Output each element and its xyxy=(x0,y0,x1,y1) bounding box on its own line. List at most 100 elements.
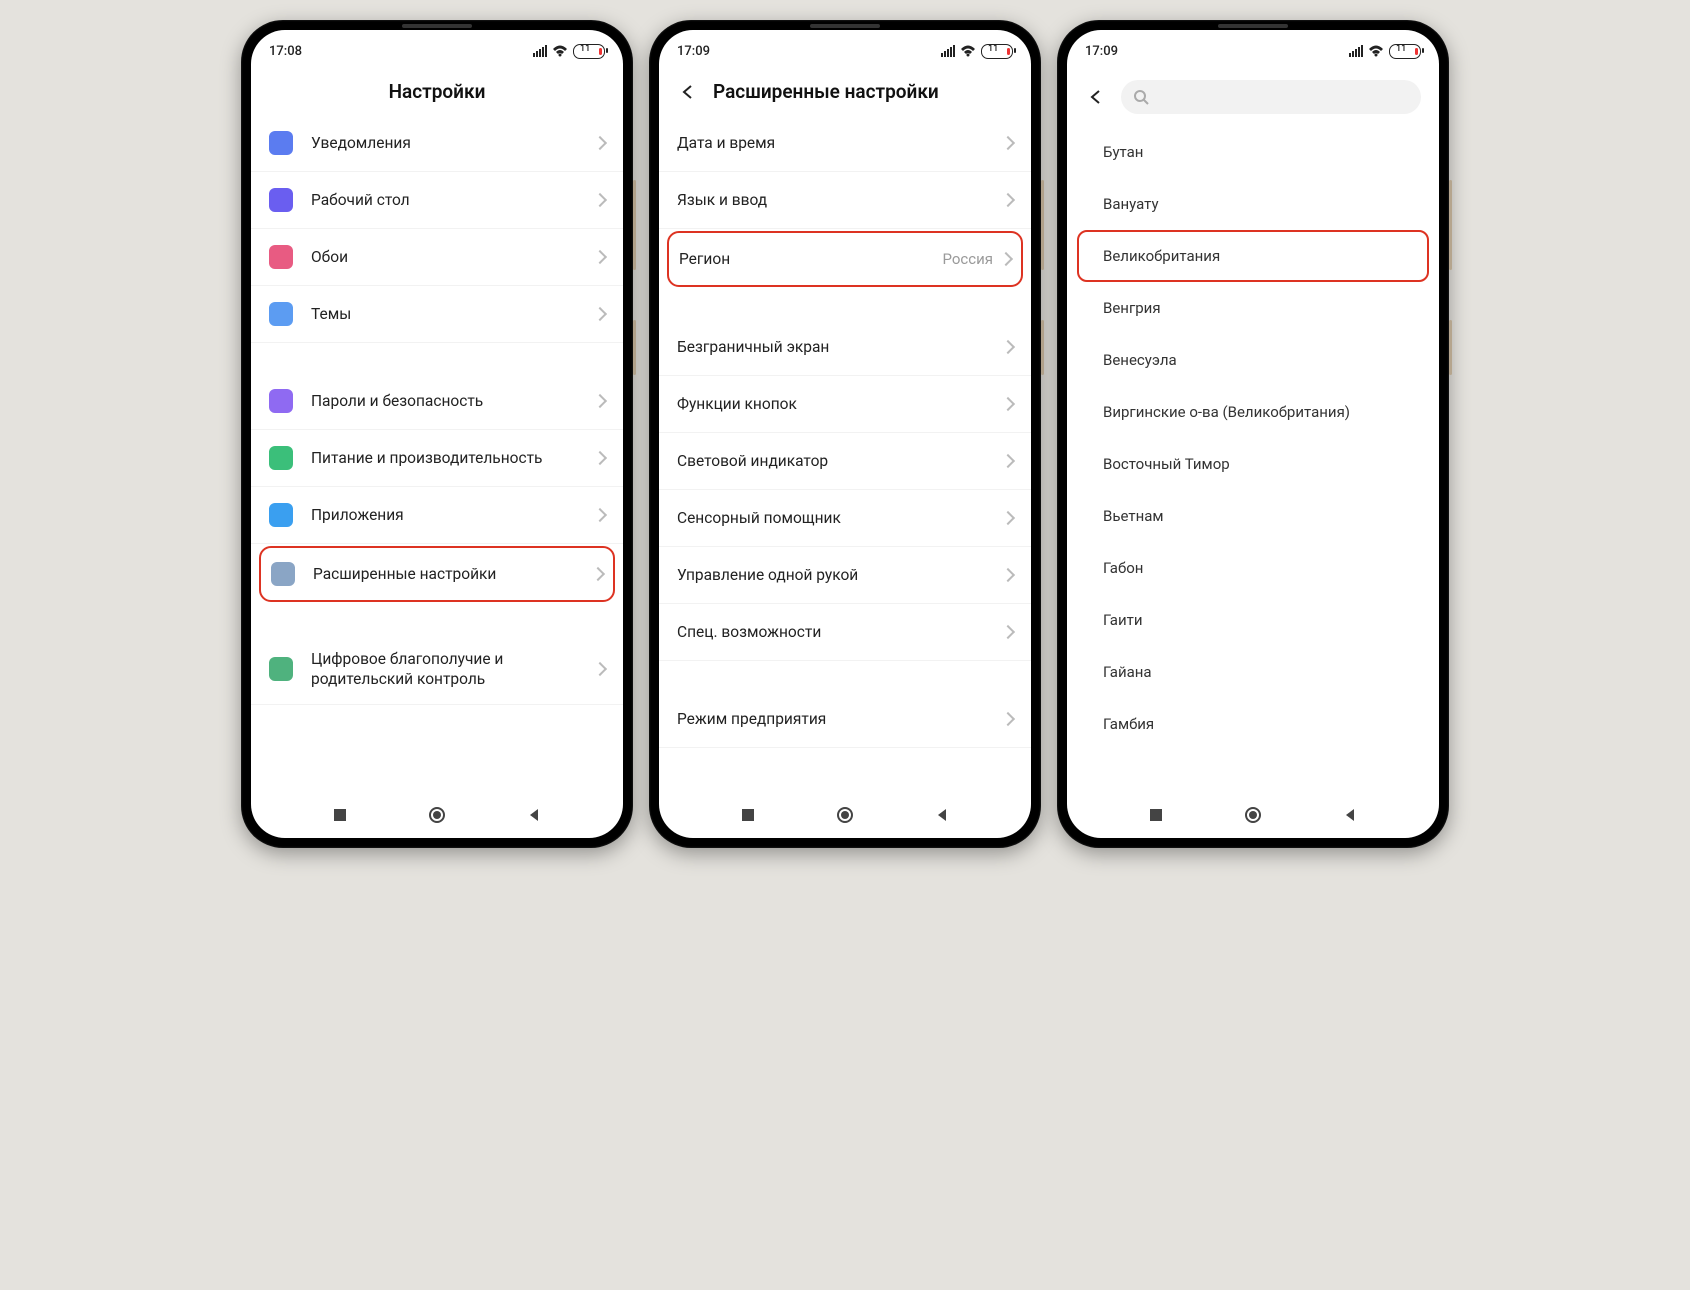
settings-row[interactable]: Расширенные настройки xyxy=(259,546,615,602)
settings-row[interactable]: Питание и производительность xyxy=(251,430,623,487)
row-label: Язык и ввод xyxy=(677,190,1003,210)
row-label: Спец. возможности xyxy=(677,622,1003,642)
region-list-item[interactable]: Габон xyxy=(1067,542,1439,594)
region-list-item[interactable]: Великобритания xyxy=(1077,230,1429,282)
phone-frame-3: 17:09 11 БутанВануатуВеликобританияВенгр… xyxy=(1057,20,1449,848)
chevron-right-icon xyxy=(1001,193,1015,207)
row-icon xyxy=(269,131,293,155)
nav-back[interactable] xyxy=(930,803,954,827)
chevron-right-icon xyxy=(1001,712,1015,726)
settings-header: Настройки xyxy=(251,66,623,115)
battery-icon: 11 xyxy=(981,44,1013,59)
chevron-right-icon xyxy=(593,662,607,676)
settings-row[interactable]: Спец. возможности xyxy=(659,604,1031,661)
row-label: Дата и время xyxy=(677,133,1003,153)
settings-row[interactable]: Цифровое благополучие и родительский кон… xyxy=(251,634,623,705)
settings-row[interactable]: Рабочий стол xyxy=(251,172,623,229)
row-label: Уведомления xyxy=(311,133,595,153)
android-navbar xyxy=(251,792,623,838)
row-label: Сенсорный помощник xyxy=(677,508,1003,528)
region-header xyxy=(1067,66,1439,126)
android-navbar xyxy=(659,792,1031,838)
page-title: Настройки xyxy=(389,80,486,103)
chevron-right-icon xyxy=(1001,454,1015,468)
region-list-item[interactable]: Гаити xyxy=(1067,594,1439,646)
signal-icon xyxy=(1349,45,1363,57)
chevron-right-icon xyxy=(1001,397,1015,411)
row-icon xyxy=(269,503,293,527)
nav-home[interactable] xyxy=(1241,803,1265,827)
row-label: Регион xyxy=(679,249,942,269)
android-navbar xyxy=(1067,792,1439,838)
chevron-right-icon xyxy=(1001,568,1015,582)
settings-row[interactable]: Функции кнопок xyxy=(659,376,1031,433)
status-bar: 17:09 11 xyxy=(1067,30,1439,66)
settings-row[interactable]: Управление одной рукой xyxy=(659,547,1031,604)
nav-recent[interactable] xyxy=(328,803,352,827)
region-list-item[interactable]: Вануату xyxy=(1067,178,1439,230)
settings-row[interactable]: Дата и время xyxy=(659,115,1031,172)
phone-frame-1: 17:08 11 Настройки Уведомления Рабочий ст… xyxy=(241,20,633,848)
wifi-icon xyxy=(960,45,976,57)
wifi-icon xyxy=(552,45,568,57)
settings-row[interactable]: Безграничный экран xyxy=(659,319,1031,376)
region-list-item[interactable]: Восточный Тимор xyxy=(1067,438,1439,490)
signal-icon xyxy=(941,45,955,57)
row-label: Режим предприятия xyxy=(677,709,1003,729)
nav-back[interactable] xyxy=(1338,803,1362,827)
status-bar: 17:08 11 xyxy=(251,30,623,66)
region-list-item[interactable]: Виргинские о-ва (Великобритания) xyxy=(1067,386,1439,438)
region-list-item[interactable]: Гамбия xyxy=(1067,698,1439,750)
chevron-right-icon xyxy=(593,394,607,408)
row-label: Управление одной рукой xyxy=(677,565,1003,585)
settings-row[interactable]: Сенсорный помощник xyxy=(659,490,1031,547)
clock: 17:08 xyxy=(269,44,302,59)
row-value: Россия xyxy=(942,250,993,268)
back-button[interactable] xyxy=(1085,86,1107,108)
region-list-item[interactable]: Венесуэла xyxy=(1067,334,1439,386)
settings-row[interactable]: Язык и ввод xyxy=(659,172,1031,229)
row-label: Световой индикатор xyxy=(677,451,1003,471)
chevron-right-icon xyxy=(593,307,607,321)
settings-row[interactable]: РегионРоссия xyxy=(667,231,1023,287)
search-input[interactable] xyxy=(1121,80,1421,114)
row-label: Функции кнопок xyxy=(677,394,1003,414)
region-list-item[interactable]: Венгрия xyxy=(1067,282,1439,334)
row-label: Рабочий стол xyxy=(311,190,595,210)
advanced-header: Расширенные настройки xyxy=(659,66,1031,115)
nav-home[interactable] xyxy=(833,803,857,827)
battery-icon: 11 xyxy=(1389,44,1421,59)
row-icon xyxy=(269,657,293,681)
phone-frame-2: 17:09 11 Расширенные настройки Дата и вр… xyxy=(649,20,1041,848)
settings-row[interactable]: Режим предприятия xyxy=(659,691,1031,748)
row-label: Расширенные настройки xyxy=(313,564,593,584)
status-bar: 17:09 11 xyxy=(659,30,1031,66)
nav-recent[interactable] xyxy=(736,803,760,827)
row-label: Питание и производительность xyxy=(311,448,595,468)
settings-row[interactable]: Обои xyxy=(251,229,623,286)
row-icon xyxy=(269,245,293,269)
chevron-right-icon xyxy=(591,567,605,581)
settings-row[interactable]: Темы xyxy=(251,286,623,343)
nav-back[interactable] xyxy=(522,803,546,827)
chevron-right-icon xyxy=(593,250,607,264)
region-list-item[interactable]: Вьетнам xyxy=(1067,490,1439,542)
settings-row[interactable]: Световой индикатор xyxy=(659,433,1031,490)
chevron-right-icon xyxy=(593,451,607,465)
nav-recent[interactable] xyxy=(1144,803,1168,827)
region-list-item[interactable]: Бутан xyxy=(1067,126,1439,178)
row-icon xyxy=(271,562,295,586)
nav-home[interactable] xyxy=(425,803,449,827)
page-title: Расширенные настройки xyxy=(713,80,939,103)
settings-row[interactable]: Пароли и безопасность xyxy=(251,373,623,430)
settings-row[interactable]: Приложения xyxy=(251,487,623,544)
region-list-item[interactable]: Гайана xyxy=(1067,646,1439,698)
row-label: Темы xyxy=(311,304,595,324)
row-icon xyxy=(269,302,293,326)
chevron-right-icon xyxy=(1001,511,1015,525)
signal-icon xyxy=(533,45,547,57)
row-icon xyxy=(269,389,293,413)
settings-row[interactable]: Уведомления xyxy=(251,115,623,172)
back-button[interactable] xyxy=(677,81,699,103)
chevron-right-icon xyxy=(593,136,607,150)
